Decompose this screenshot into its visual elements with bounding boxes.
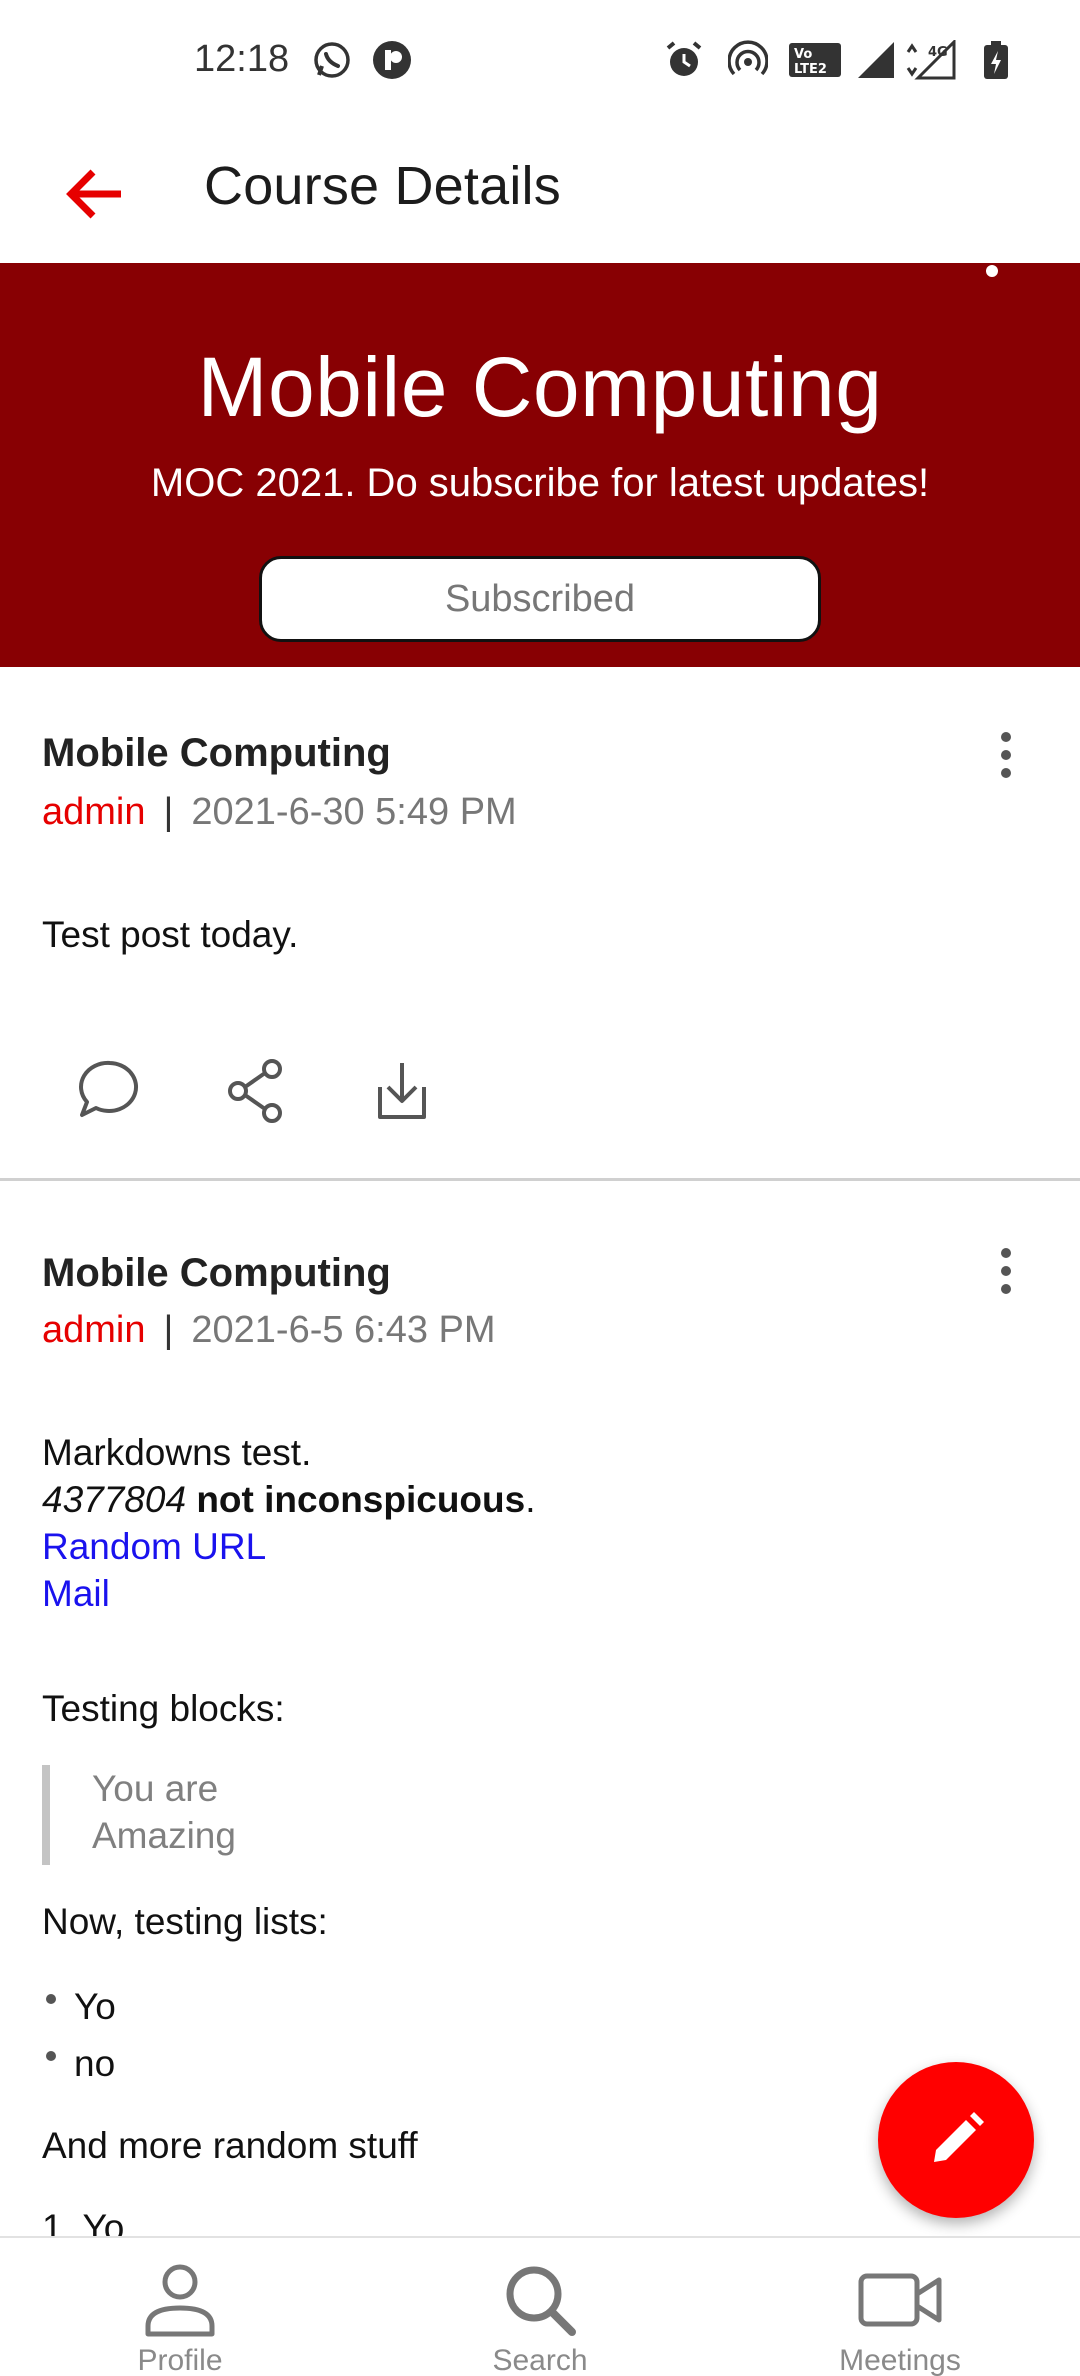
post-more-icon[interactable] [984, 727, 1028, 787]
alarm-icon [666, 41, 702, 76]
share-icon[interactable] [218, 1053, 294, 1129]
post-body: Markdowns test. 4377804 not inconspicuou… [42, 1429, 536, 1617]
back-arrow-icon [66, 169, 121, 219]
bottom-nav: Profile Search Meetings [0, 2236, 1080, 2376]
quote-line: You are [92, 1768, 219, 1809]
video-camera-icon [858, 2273, 942, 2327]
bullet-dot [46, 2051, 56, 2061]
search-icon [506, 2266, 576, 2336]
pencil-icon [934, 2112, 984, 2162]
post-title: Mobile Computing [42, 1251, 391, 1295]
more-options-icon[interactable] [966, 257, 1016, 297]
meta-separator: | [163, 1309, 174, 1351]
back-button[interactable] [52, 151, 138, 237]
mail-link[interactable]: Mail [42, 1570, 536, 1617]
status-bar: 12:18 Vo LTE2 4G [0, 0, 1080, 125]
course-banner: Mobile Computing MOC 2021. Do subscribe … [0, 263, 1080, 667]
list-item-text: Yo [74, 1986, 116, 2027]
post-divider [0, 1178, 1080, 1181]
whatsapp-icon [314, 42, 350, 78]
meta-separator: | [163, 791, 174, 833]
post-meta: admin | 2021-6-30 5:49 PM [42, 791, 517, 834]
bold-text: not inconspicuous [196, 1479, 526, 1520]
post-meta: admin | 2021-6-5 6:43 PM [42, 1309, 496, 1352]
app-notification-icon [373, 41, 411, 79]
nav-item-profile[interactable]: Profile [60, 2238, 300, 2376]
course-subtitle: MOC 2021. Do subscribe for latest update… [150, 461, 930, 505]
nav-label: Search [492, 2344, 588, 2376]
more-text: And more random stuff [42, 2125, 418, 2166]
volte-icon: Vo LTE2 [789, 43, 841, 77]
comment-icon[interactable] [72, 1053, 148, 1129]
app-bar: Course Details [0, 125, 1080, 263]
subscribe-button[interactable]: Subscribed [259, 556, 821, 642]
status-time: 12:18 [194, 38, 290, 80]
random-url-link[interactable]: Random URL [42, 1523, 536, 1570]
blocks-heading: Testing blocks: [42, 1688, 285, 1729]
course-title: Mobile Computing [197, 340, 883, 434]
post-author[interactable]: admin [42, 1309, 146, 1351]
post-title: Mobile Computing [42, 731, 391, 775]
quote-line: Amazing [92, 1815, 236, 1856]
post-timestamp: 2021-6-30 5:49 PM [191, 791, 517, 833]
nav-label: Profile [137, 2344, 223, 2376]
hotspot-icon [728, 40, 768, 76]
compose-post-button[interactable] [878, 2062, 1034, 2218]
italic-text: 4377804 [42, 1479, 187, 1520]
lists-heading: Now, testing lists: [42, 1901, 328, 1942]
battery-charging-icon [984, 41, 1008, 79]
profile-icon [145, 2264, 215, 2337]
nav-item-meetings[interactable]: Meetings [780, 2238, 1020, 2376]
signal-icon [858, 42, 894, 78]
svg-text:Vo: Vo [794, 47, 812, 62]
svg-text:4G: 4G [928, 45, 948, 60]
nav-item-search[interactable]: Search [420, 2238, 660, 2376]
download-icon[interactable] [364, 1053, 440, 1129]
svg-text:LTE2: LTE2 [794, 62, 827, 77]
blockquote: You are Amazing [42, 1765, 442, 1865]
nav-label: Meetings [839, 2344, 961, 2376]
signal-4g-icon: 4G [906, 40, 956, 80]
post-timestamp: 2021-6-5 6:43 PM [191, 1309, 496, 1351]
body-line: 4377804 not inconspicuous. [42, 1476, 536, 1523]
post-author[interactable]: admin [42, 791, 146, 833]
post-more-icon[interactable] [984, 1243, 1028, 1303]
body-line: Markdowns test. [42, 1432, 312, 1473]
bullet-dot [46, 1994, 56, 2004]
page-title: Course Details [204, 156, 561, 216]
list-item-text: no [74, 2043, 116, 2084]
period-text: . [525, 1479, 536, 1520]
post-body: Test post today. [42, 914, 299, 955]
